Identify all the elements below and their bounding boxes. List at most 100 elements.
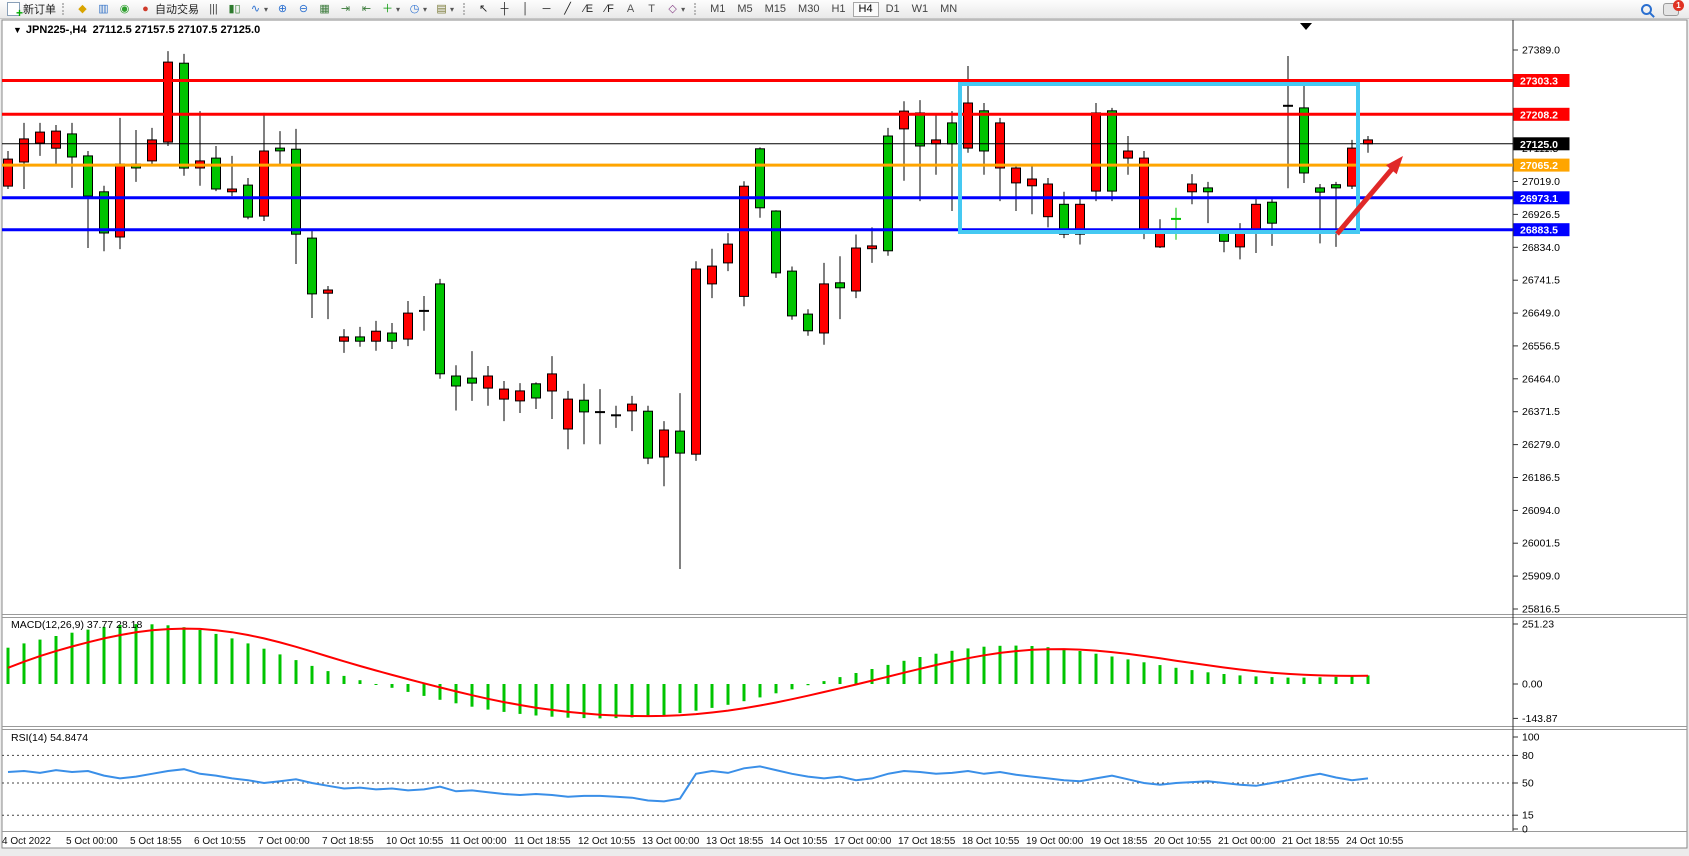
- label-button[interactable]: T: [642, 1, 661, 17]
- data-window-button[interactable]: ▥: [94, 1, 113, 17]
- shapes-button[interactable]: ◇▾: [663, 1, 688, 17]
- candle-body: [932, 140, 941, 144]
- trendline-button[interactable]: ╱: [558, 1, 577, 17]
- candle-body: [676, 431, 685, 453]
- line-chart-button[interactable]: ∿▾: [246, 1, 271, 17]
- date-tick-label: 4 Oct 2022: [2, 836, 51, 847]
- candle-body: [740, 186, 749, 296]
- timeframe-H1[interactable]: H1: [826, 2, 850, 17]
- macd-histogram-bar: [503, 684, 506, 712]
- candle-body: [1204, 188, 1213, 192]
- rsi-axis-label: 50: [1522, 778, 1534, 790]
- data-window-icon: ▥: [97, 3, 110, 16]
- candle-body: [1108, 111, 1117, 191]
- horizontal-line-button[interactable]: ─: [537, 1, 556, 17]
- candlestick-button[interactable]: ▮▯: [225, 1, 244, 17]
- tile-windows-button[interactable]: ▦: [315, 1, 334, 17]
- candle-body: [308, 238, 317, 294]
- macd-histogram-bar: [1159, 665, 1162, 684]
- cursor-button[interactable]: ↖: [474, 1, 493, 17]
- macd-histogram-bar: [327, 671, 330, 684]
- candle-body: [1364, 140, 1373, 144]
- timeframe-M5[interactable]: M5: [732, 2, 757, 17]
- price-tick-label: 25816.5: [1522, 604, 1560, 616]
- timeframe-M15[interactable]: M15: [760, 2, 791, 17]
- chevron-down-icon[interactable]: ▾: [396, 5, 400, 14]
- candle-body: [788, 271, 797, 316]
- macd-histogram-bar: [215, 634, 218, 684]
- candle-body: [692, 269, 701, 454]
- macd-histogram-bar: [1095, 654, 1098, 684]
- timeframe-M1[interactable]: M1: [705, 2, 730, 17]
- candle-body: [292, 149, 301, 234]
- timeframe-D1[interactable]: D1: [881, 2, 905, 17]
- macd-histogram-bar: [359, 680, 362, 684]
- crosshair-button[interactable]: ┼: [495, 1, 514, 17]
- date-tick-label: 13 Oct 18:55: [706, 836, 764, 847]
- new-order-button[interactable]: 新订单: [4, 1, 59, 17]
- add-indicator-button[interactable]: ＋▾: [378, 1, 403, 17]
- price-tick-label: 26001.5: [1522, 538, 1560, 550]
- macd-histogram-bar: [167, 625, 170, 684]
- zoom-in-button[interactable]: ⊕: [273, 1, 292, 17]
- candle-body: [516, 391, 525, 401]
- candle-body: [340, 337, 349, 341]
- market-watch-button[interactable]: ◆: [73, 1, 92, 17]
- macd-histogram-bar: [343, 676, 346, 684]
- chevron-down-icon[interactable]: ▾: [264, 5, 268, 14]
- vertical-line-button[interactable]: │: [516, 1, 535, 17]
- chevron-down-icon[interactable]: ▾: [423, 5, 427, 14]
- candle-body: [644, 411, 653, 458]
- macd-label: MACD(12,26,9) 37.77 28.18: [11, 619, 142, 631]
- channel-icon: ⁄E: [582, 3, 595, 16]
- text-button[interactable]: A: [621, 1, 640, 17]
- macd-histogram-bar: [1271, 677, 1274, 684]
- timeframe-M30[interactable]: M30: [793, 2, 824, 17]
- autotrade-button[interactable]: ●自动交易: [136, 1, 202, 17]
- candle-body: [836, 283, 845, 288]
- chart-shift-button[interactable]: ⇤: [357, 1, 376, 17]
- date-tick-label: 14 Oct 10:55: [770, 836, 828, 847]
- timeframe-MN[interactable]: MN: [935, 2, 962, 17]
- timeframe-H4[interactable]: H4: [853, 2, 879, 17]
- chart-dropdown-icon[interactable]: ▼: [13, 25, 22, 35]
- macd-histogram-bar: [519, 684, 522, 714]
- macd-histogram-bar: [151, 624, 154, 684]
- auto-scroll-button[interactable]: ⇥: [336, 1, 355, 17]
- chevron-down-icon[interactable]: ▾: [450, 5, 454, 14]
- macd-histogram-bar: [839, 677, 842, 684]
- navigator-button[interactable]: ◉: [115, 1, 134, 17]
- candle-body: [820, 284, 829, 333]
- new-order-icon: [7, 2, 20, 16]
- candle-body: [1300, 108, 1309, 173]
- candle-body: [4, 159, 13, 186]
- macd-histogram-bar: [631, 684, 634, 717]
- candle-body: [68, 134, 77, 157]
- timeframe-W1[interactable]: W1: [907, 2, 934, 17]
- price-tick-label: 26279.0: [1522, 439, 1560, 451]
- candle-body: [628, 404, 637, 411]
- macd-histogram-bar: [1255, 676, 1258, 684]
- autotrade-label: 自动交易: [155, 1, 199, 17]
- notifications-icon[interactable]: 1: [1663, 3, 1679, 16]
- templates-button[interactable]: ▤▾: [432, 1, 457, 17]
- bar-chart-button[interactable]: |||: [204, 1, 223, 17]
- date-tick-label: 12 Oct 10:55: [578, 836, 636, 847]
- macd-histogram-bar: [807, 684, 810, 685]
- candle-body: [724, 244, 733, 263]
- macd-histogram-bar: [1335, 677, 1338, 684]
- candle-body: [20, 139, 29, 162]
- fibonacci-button[interactable]: ⁄F: [600, 1, 619, 17]
- macd-histogram-bar: [55, 636, 58, 684]
- add-indicator-icon: ＋: [381, 3, 394, 16]
- candlestick-icon: ▮▯: [228, 3, 241, 16]
- macd-histogram-bar: [663, 684, 666, 715]
- chevron-down-icon[interactable]: ▾: [681, 5, 685, 14]
- channel-button[interactable]: ⁄E: [579, 1, 598, 17]
- periods-button[interactable]: ◷▾: [405, 1, 430, 17]
- macd-histogram-bar: [855, 673, 858, 684]
- candle-body: [996, 123, 1005, 168]
- search-icon[interactable]: [1641, 4, 1652, 15]
- chart-canvas[interactable]: 27389.027296.527204.027111.527019.026926…: [0, 19, 1689, 856]
- zoom-out-button[interactable]: ⊖: [294, 1, 313, 17]
